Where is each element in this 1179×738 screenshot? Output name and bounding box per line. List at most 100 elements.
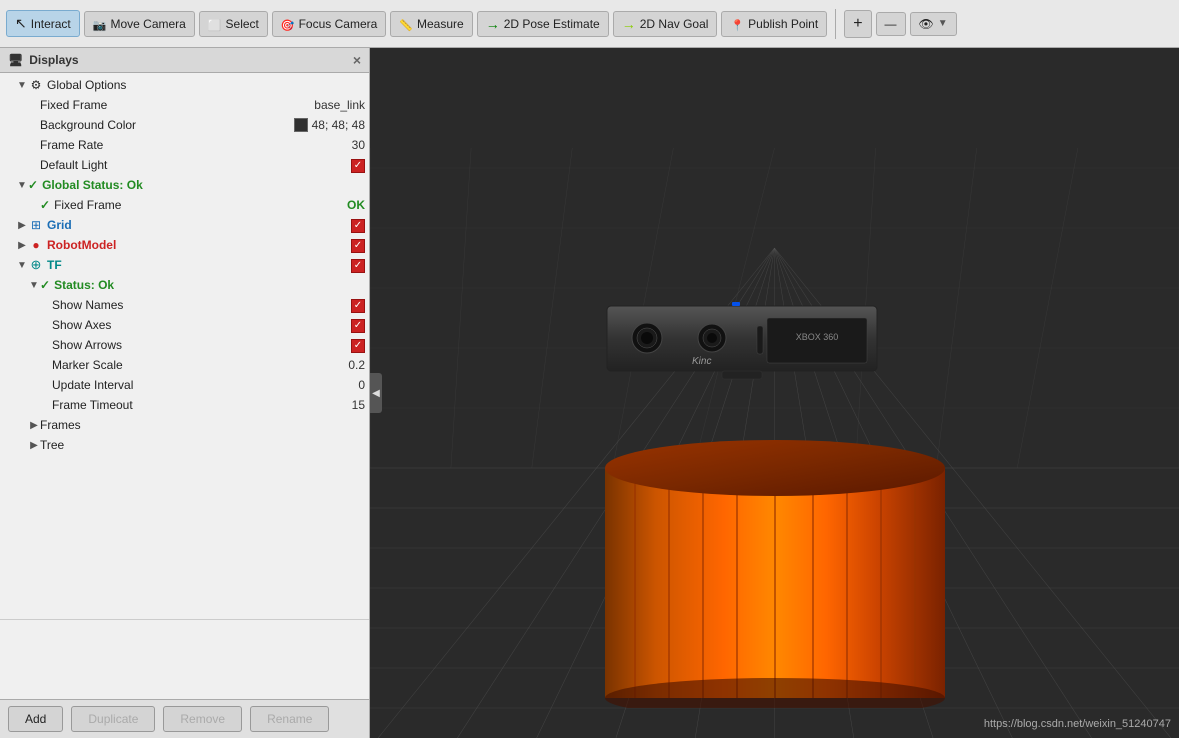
displays-icon: [8, 53, 23, 67]
panel-header: Displays ×: [0, 48, 369, 73]
plus-button[interactable]: [844, 10, 871, 38]
expand-grid[interactable]: ▶: [16, 220, 28, 231]
tf-checkbox: ✓: [351, 257, 365, 273]
tf-icon: ⊕: [28, 257, 44, 273]
color-swatch[interactable]: [294, 118, 308, 132]
show-arrows-value: ✓: [351, 337, 365, 353]
tree-marker-scale[interactable]: Marker Scale 0.2: [0, 355, 369, 375]
background-color-value: 48; 48; 48: [294, 118, 365, 132]
tree-background-color[interactable]: Background Color 48; 48; 48: [0, 115, 369, 135]
nav-goal-button[interactable]: 2D Nav Goal: [613, 11, 718, 37]
frame-timeout-value: 15: [352, 398, 365, 412]
orange-cylinder: [605, 428, 945, 708]
frame-rate-value: 30: [352, 138, 365, 152]
grid-icon: [28, 217, 44, 233]
interact-button[interactable]: Interact: [6, 10, 80, 37]
kinect-svg: XBOX 360 Kinc: [602, 296, 882, 386]
publish-point-label: Publish Point: [748, 17, 818, 31]
tree-tf[interactable]: ▼ ⊕ TF ✓: [0, 255, 369, 275]
robot-model-label: RobotModel: [47, 238, 343, 252]
pose-estimate-label: 2D Pose Estimate: [504, 17, 600, 31]
background-color-label: Background Color: [40, 118, 286, 132]
global-options-label: Global Options: [47, 78, 365, 92]
fixed-frame-status-label: Fixed Frame: [54, 198, 339, 212]
update-interval-value: 0: [358, 378, 365, 392]
robot-model-enable-checkbox[interactable]: ✓: [351, 239, 365, 253]
collapse-tab[interactable]: ◀: [370, 373, 382, 413]
eye-button[interactable]: ▼: [910, 12, 957, 36]
select-button[interactable]: Select: [199, 11, 268, 37]
show-axes-checkbox[interactable]: ✓: [351, 319, 365, 333]
show-arrows-checkbox[interactable]: ✓: [351, 339, 365, 353]
tree-fixed-frame-status[interactable]: ✓ Fixed Frame OK: [0, 195, 369, 215]
focus-camera-button[interactable]: Focus Camera: [272, 11, 386, 37]
show-names-checkbox[interactable]: ✓: [351, 299, 365, 313]
tree-show-axes[interactable]: Show Axes ✓: [0, 315, 369, 335]
rename-button[interactable]: Rename: [250, 706, 329, 732]
expand-global-status[interactable]: ▼: [16, 180, 28, 191]
nav-icon: [622, 16, 636, 32]
tree-update-interval[interactable]: Update Interval 0: [0, 375, 369, 395]
eye-icon: [919, 17, 934, 31]
fixed-frame-label: Fixed Frame: [40, 98, 306, 112]
tree-show-arrows[interactable]: Show Arrows ✓: [0, 335, 369, 355]
tree-default-light[interactable]: Default Light ✓: [0, 155, 369, 175]
add-button[interactable]: Add: [8, 706, 63, 732]
robot-model-icon: ●: [28, 237, 44, 253]
default-light-value: ✓: [351, 157, 365, 173]
marker-scale-label: Marker Scale: [52, 358, 340, 372]
tree-fixed-frame[interactable]: Fixed Frame base_link: [0, 95, 369, 115]
tree-tf-status[interactable]: ▼ ✓ Status: Ok: [0, 275, 369, 295]
panel-close-button[interactable]: ×: [353, 52, 361, 68]
tf-status-check: ✓: [40, 278, 50, 292]
select-label: Select: [226, 17, 259, 31]
kinect-sensor: XBOX 360 Kinc: [602, 296, 882, 386]
grid-checkbox: ✓: [351, 217, 365, 233]
grid-label: Grid: [47, 218, 343, 232]
tree-frames[interactable]: ▶ Frames: [0, 415, 369, 435]
show-arrows-label: Show Arrows: [52, 338, 343, 352]
expand-tf[interactable]: ▼: [16, 260, 28, 271]
update-interval-label: Update Interval: [52, 378, 350, 392]
default-light-label: Default Light: [40, 158, 343, 172]
tree-show-names[interactable]: Show Names ✓: [0, 295, 369, 315]
global-status-label: Global Status: Ok: [42, 178, 365, 192]
pose-estimate-button[interactable]: 2D Pose Estimate: [477, 11, 609, 37]
default-light-checkbox[interactable]: ✓: [351, 159, 365, 173]
expand-robot-model[interactable]: ▶: [16, 240, 28, 251]
publish-point-button[interactable]: Publish Point: [721, 11, 827, 37]
global-status-check: ✓: [28, 178, 38, 192]
move-camera-label: Move Camera: [110, 17, 185, 31]
marker-scale-value: 0.2: [348, 358, 365, 372]
remove-button[interactable]: Remove: [163, 706, 242, 732]
show-axes-label: Show Axes: [52, 318, 343, 332]
tree-frame-timeout[interactable]: Frame Timeout 15: [0, 395, 369, 415]
plus-icon: [853, 15, 862, 33]
tf-status-label: Status: Ok: [54, 278, 365, 292]
cylinder-svg: [605, 428, 945, 708]
cursor-icon: [15, 15, 27, 32]
grid-enable-checkbox[interactable]: ✓: [351, 219, 365, 233]
watermark: https://blog.csdn.net/weixin_51240747: [984, 718, 1171, 730]
measure-button[interactable]: Measure: [390, 11, 472, 37]
expand-frames[interactable]: ▶: [28, 420, 40, 431]
tree-grid[interactable]: ▶ Grid ✓: [0, 215, 369, 235]
main-toolbar: Interact Move Camera Select Focus Camera…: [0, 0, 1179, 48]
expand-global-options[interactable]: ▼: [16, 80, 28, 91]
minus-button[interactable]: [876, 12, 906, 36]
duplicate-button[interactable]: Duplicate: [71, 706, 155, 732]
tf-enable-checkbox[interactable]: ✓: [351, 259, 365, 273]
tree-global-options[interactable]: ▼ Global Options: [0, 75, 369, 95]
tree-global-status[interactable]: ▼ ✓ Global Status: Ok: [0, 175, 369, 195]
frames-label: Frames: [40, 418, 365, 432]
tree-tree[interactable]: ▶ Tree: [0, 435, 369, 455]
select-icon: [208, 16, 222, 32]
viewport-3d[interactable]: XBOX 360 Kinc ◀ https://blog.csdn.net/we…: [370, 48, 1179, 738]
move-camera-button[interactable]: Move Camera: [84, 11, 195, 37]
frame-timeout-label: Frame Timeout: [52, 398, 344, 412]
expand-tree[interactable]: ▶: [28, 440, 40, 451]
tree-frame-rate[interactable]: Frame Rate 30: [0, 135, 369, 155]
expand-tf-status[interactable]: ▼: [28, 280, 40, 291]
publish-icon: [730, 16, 744, 32]
tree-robot-model[interactable]: ▶ ● RobotModel ✓: [0, 235, 369, 255]
